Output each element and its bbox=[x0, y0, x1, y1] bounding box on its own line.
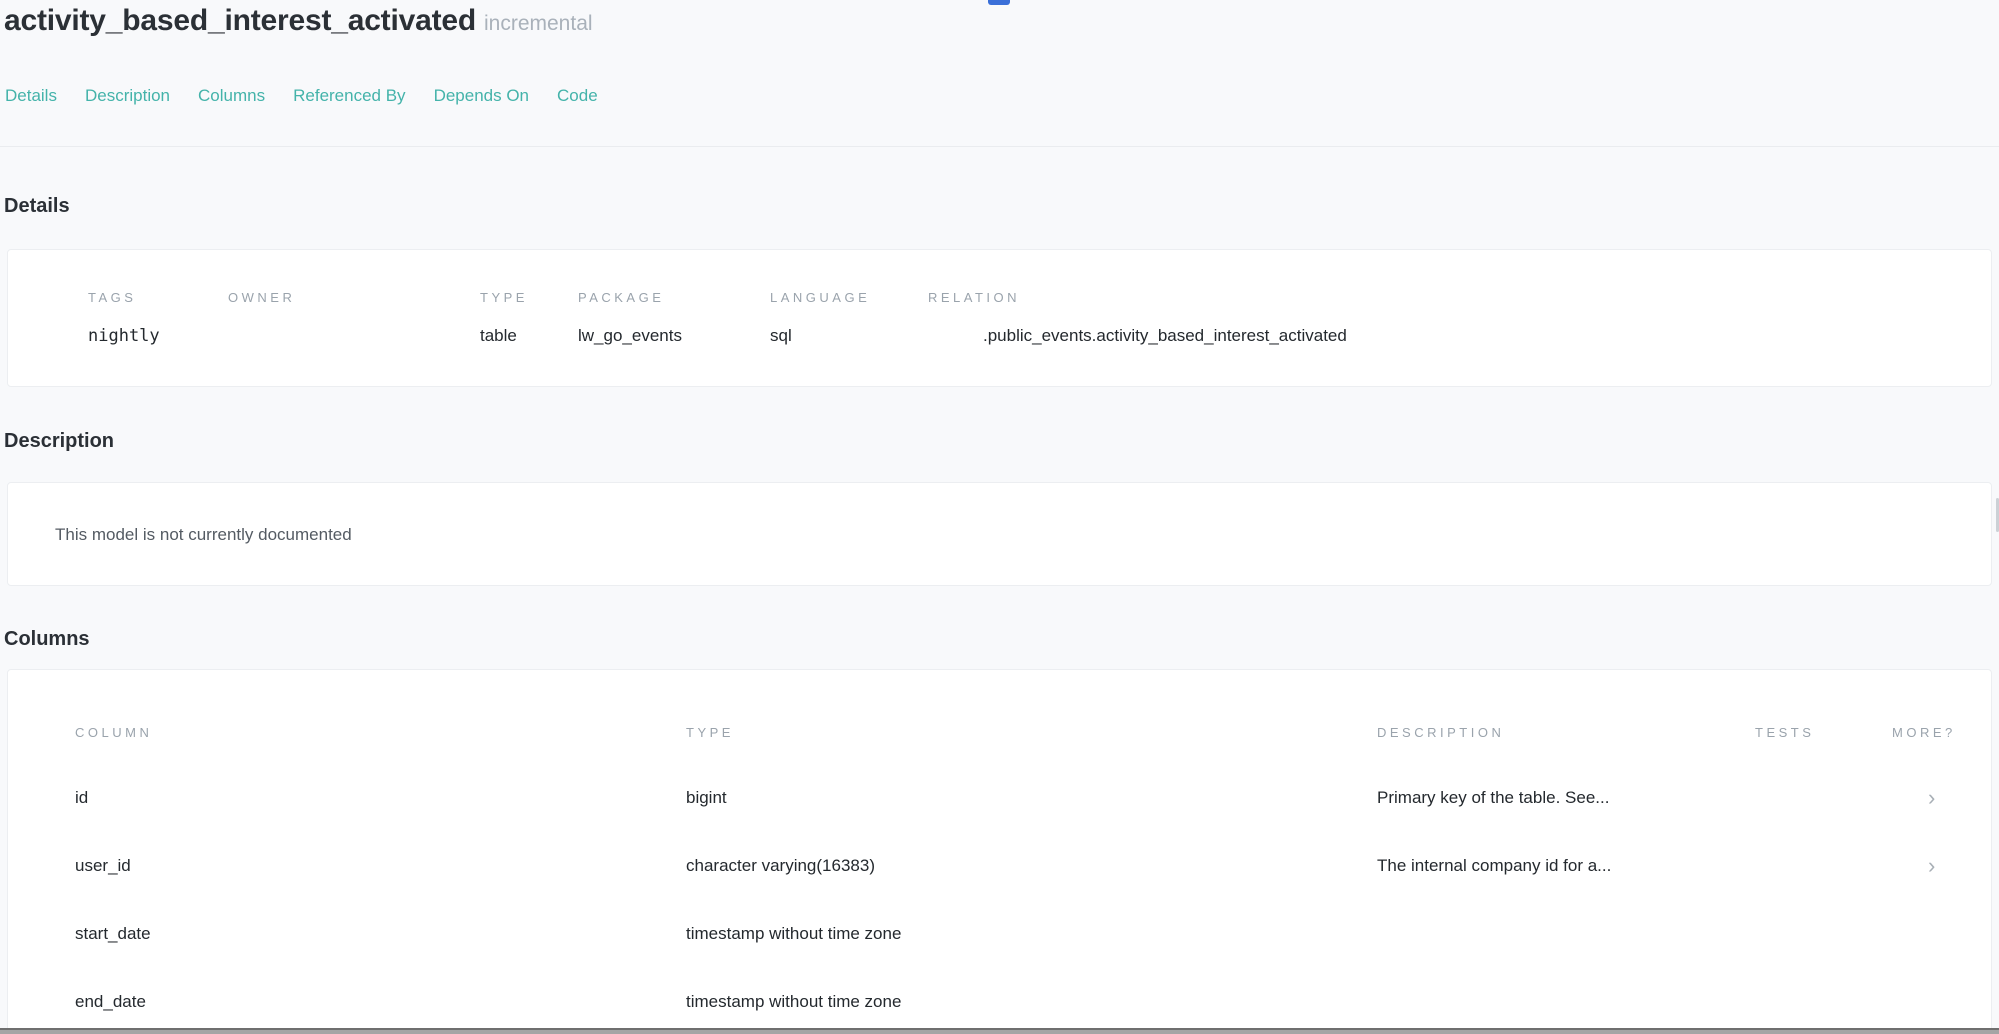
owner-label: OWNER bbox=[228, 290, 480, 306]
table-row-id[interactable]: id bigint Primary key of the table. See.… bbox=[8, 764, 1991, 832]
column-description bbox=[1377, 900, 1755, 968]
columns-table: COLUMN TYPE DESCRIPTION TESTS MORE? id b… bbox=[8, 670, 1991, 1032]
chevron-right-icon[interactable]: › bbox=[1928, 785, 1935, 810]
tab-referenced-by[interactable]: Referenced By bbox=[293, 85, 405, 107]
tab-description[interactable]: Description bbox=[85, 85, 170, 107]
columns-table-header-row: COLUMN TYPE DESCRIPTION TESTS MORE? bbox=[8, 670, 1991, 764]
column-description: The internal company id for a... bbox=[1377, 832, 1755, 900]
details-section-heading: Details bbox=[4, 194, 1999, 218]
type-header: TYPE bbox=[686, 670, 1377, 764]
package-label: PACKAGE bbox=[578, 290, 770, 306]
more-header: MORE? bbox=[1892, 670, 1991, 764]
column-type: character varying(16383) bbox=[686, 832, 1377, 900]
tab-columns[interactable]: Columns bbox=[198, 85, 265, 107]
column-header: COLUMN bbox=[8, 670, 686, 764]
materialization-badge: incremental bbox=[484, 12, 593, 35]
tags-label: TAGS bbox=[88, 290, 228, 306]
relation-value: .public_events.activity_based_interest_a… bbox=[928, 326, 1991, 346]
tab-details[interactable]: Details bbox=[5, 85, 57, 107]
detail-field-package: PACKAGE lw_go_events bbox=[578, 290, 770, 386]
column-description: Primary key of the table. See... bbox=[1377, 764, 1755, 832]
detail-field-type: TYPE table bbox=[480, 290, 578, 386]
detail-field-tags: TAGS nightly bbox=[88, 290, 228, 386]
detail-field-relation: RELATION .public_events.activity_based_i… bbox=[928, 290, 1991, 386]
description-text: This model is not currently documented bbox=[55, 525, 1991, 545]
header-divider bbox=[0, 146, 1999, 147]
column-description bbox=[1377, 968, 1755, 1032]
language-label: LANGUAGE bbox=[770, 290, 928, 306]
table-row-end-date[interactable]: end_date timestamp without time zone bbox=[8, 968, 1991, 1032]
column-name: user_id bbox=[8, 832, 686, 900]
detail-field-owner: OWNER bbox=[228, 290, 480, 386]
model-name: activity_based_interest_activated bbox=[4, 4, 476, 37]
column-type: timestamp without time zone bbox=[686, 900, 1377, 968]
column-type: timestamp without time zone bbox=[686, 968, 1377, 1032]
page-title: activity_based_interest_activated increme… bbox=[0, 0, 1999, 43]
column-tests bbox=[1755, 764, 1892, 832]
column-name: id bbox=[8, 764, 686, 832]
column-name: end_date bbox=[8, 968, 686, 1032]
type-value: table bbox=[480, 326, 578, 346]
column-tests bbox=[1755, 832, 1892, 900]
column-type: bigint bbox=[686, 764, 1377, 832]
table-row-start-date[interactable]: start_date timestamp without time zone bbox=[8, 900, 1991, 968]
columns-section-heading: Columns bbox=[4, 627, 1999, 651]
tab-depends-on[interactable]: Depends On bbox=[434, 85, 529, 107]
detail-field-language: LANGUAGE sql bbox=[770, 290, 928, 386]
bottom-cut-element bbox=[0, 1028, 1999, 1034]
table-row-user-id[interactable]: user_id character varying(16383) The int… bbox=[8, 832, 1991, 900]
tag-nightly[interactable]: nightly bbox=[88, 326, 228, 346]
cut-off-blue-element bbox=[988, 0, 1010, 5]
package-value: lw_go_events bbox=[578, 326, 770, 346]
tab-code[interactable]: Code bbox=[557, 85, 598, 107]
tests-header: TESTS bbox=[1755, 670, 1892, 764]
description-header: DESCRIPTION bbox=[1377, 670, 1755, 764]
type-label: TYPE bbox=[480, 290, 578, 306]
description-section-heading: Description bbox=[4, 429, 1999, 453]
relation-label: RELATION bbox=[928, 290, 1991, 306]
language-value: sql bbox=[770, 326, 928, 346]
details-card: TAGS nightly OWNER TYPE table PACKAGE lw… bbox=[7, 249, 1992, 387]
section-nav: Details Description Columns Referenced B… bbox=[0, 85, 1999, 107]
column-name: start_date bbox=[8, 900, 686, 968]
columns-card: COLUMN TYPE DESCRIPTION TESTS MORE? id b… bbox=[7, 669, 1992, 1032]
description-card: This model is not currently documented bbox=[7, 482, 1992, 586]
column-tests bbox=[1755, 968, 1892, 1032]
chevron-right-icon[interactable]: › bbox=[1928, 853, 1935, 878]
column-tests bbox=[1755, 900, 1892, 968]
